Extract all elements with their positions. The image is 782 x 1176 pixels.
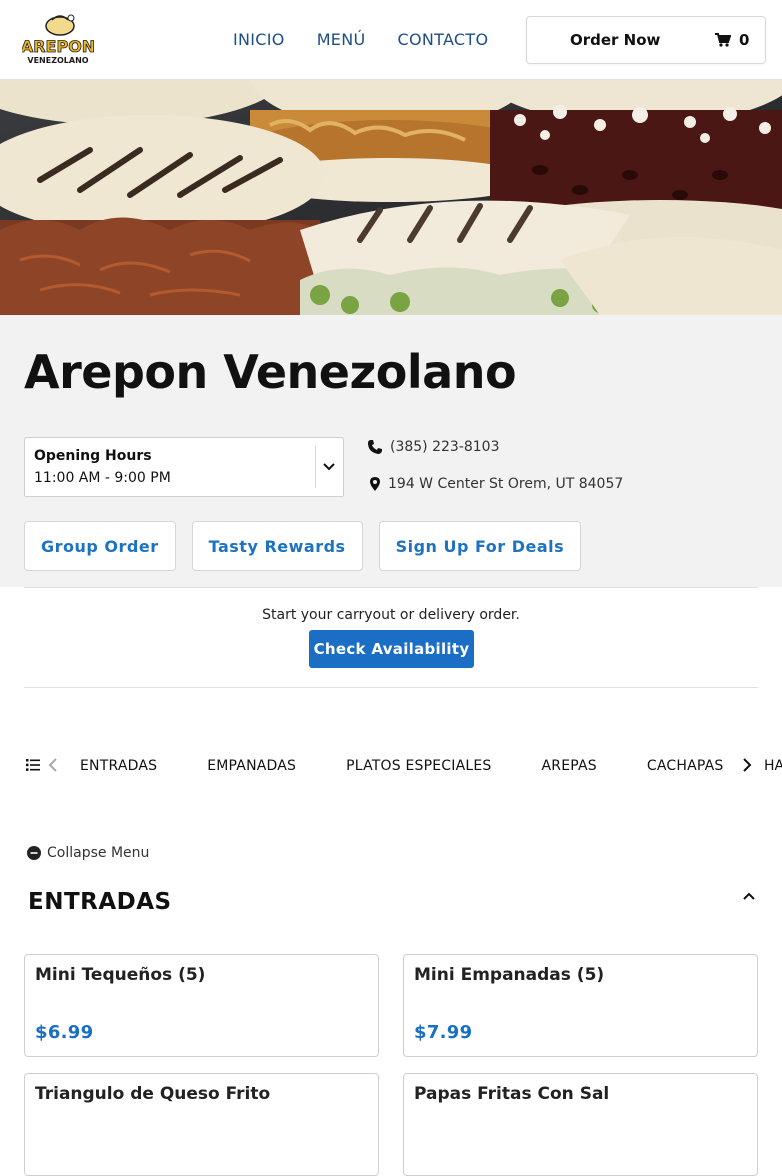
category-platos-especiales[interactable]: PLATOS ESPECIALES: [346, 758, 491, 774]
restaurant-name: Arepon Venezolano: [24, 345, 517, 399]
main-nav: INICIO MENÚ CONTACTO: [233, 30, 488, 49]
arepas-illustration: [0, 80, 782, 315]
category-arepas[interactable]: AREPAS: [542, 758, 597, 774]
site-header: AREPON VENEZOLANO INICIO MENÚ CONTACTO O…: [0, 0, 782, 80]
hours-value: 11:00 AM - 9:00 PM: [34, 470, 171, 486]
category-nav: ENTRADAS EMPANADAS PLATOS ESPECIALES ARE…: [0, 750, 782, 782]
category-list: ENTRADAS EMPANADAS PLATOS ESPECIALES ARE…: [80, 758, 724, 774]
hours-title: Opening Hours: [34, 448, 152, 464]
collapse-menu-label: Collapse Menu: [47, 845, 150, 861]
menu-item-price: $6.99: [35, 1022, 94, 1043]
svg-text:VENEZOLANO: VENEZOLANO: [27, 56, 88, 65]
phone-row[interactable]: (385) 223-8103: [368, 439, 500, 455]
check-availability-button[interactable]: Check Availability: [309, 630, 474, 668]
menu-item-name: Triangulo de Queso Frito: [35, 1084, 271, 1104]
map-pin-icon: [370, 477, 380, 491]
category-overflow[interactable]: HA: [764, 758, 782, 774]
hours-divider: [315, 446, 316, 488]
arepon-logo[interactable]: AREPON VENEZOLANO: [22, 12, 94, 68]
sign-up-deals-button[interactable]: Sign Up For Deals: [378, 521, 582, 571]
availability-section: Start your carryout or delivery order. C…: [24, 587, 758, 688]
menu-item-name: Papas Fritas Con Sal: [414, 1084, 610, 1104]
phone-icon: [368, 440, 382, 454]
category-cachapas[interactable]: CACHAPAS: [647, 758, 724, 774]
cart-icon: [715, 33, 731, 47]
nav-link-contacto[interactable]: CONTACTO: [398, 30, 489, 49]
category-entradas[interactable]: ENTRADAS: [80, 758, 157, 774]
group-order-button[interactable]: Group Order: [24, 521, 176, 571]
menu-item-card[interactable]: Triangulo de Queso Frito: [24, 1073, 379, 1176]
opening-hours-dropdown[interactable]: Opening Hours 11:00 AM - 9:00 PM: [24, 437, 344, 497]
collapse-menu-toggle[interactable]: Collapse Menu: [27, 845, 149, 861]
order-now-label: Order Now: [570, 31, 661, 49]
category-empanadas[interactable]: EMPANADAS: [207, 758, 296, 774]
order-now-button[interactable]: Order Now 0: [526, 16, 766, 64]
tasty-rewards-button[interactable]: Tasty Rewards: [191, 521, 363, 571]
section-title: ENTRADAS: [28, 889, 172, 915]
phone-number[interactable]: (385) 223-8103: [390, 439, 500, 455]
action-buttons: Group Order Tasty Rewards Sign Up For De…: [24, 521, 582, 571]
restaurant-info: Arepon Venezolano Opening Hours 11:00 AM…: [0, 315, 782, 587]
menu-item-card[interactable]: Papas Fritas Con Sal: [403, 1073, 758, 1176]
availability-prompt: Start your carryout or delivery order.: [262, 607, 520, 623]
list-icon[interactable]: [26, 758, 40, 772]
chevron-left-icon[interactable]: [48, 758, 58, 772]
cart-count: 0: [739, 31, 750, 49]
minus-circle-icon: [27, 846, 41, 860]
menu-item-name: Mini Tequeños (5): [35, 965, 206, 985]
menu-item-name: Mini Empanadas (5): [414, 965, 605, 985]
chevron-up-icon[interactable]: [742, 889, 756, 903]
nav-link-menu[interactable]: MENÚ: [317, 30, 366, 49]
chevron-down-icon: [323, 463, 335, 471]
address-text[interactable]: 194 W Center St Orem, UT 84057: [388, 476, 623, 492]
svg-text:AREPON: AREPON: [22, 37, 94, 56]
menu-item-price: $7.99: [414, 1022, 473, 1043]
menu-item-card[interactable]: Mini Empanadas (5) $7.99: [403, 954, 758, 1057]
address-row[interactable]: 194 W Center St Orem, UT 84057: [368, 476, 623, 492]
chevron-right-icon[interactable]: [742, 758, 752, 772]
hero-food-image: [0, 80, 782, 315]
menu-item-card[interactable]: Mini Tequeños (5) $6.99: [24, 954, 379, 1057]
nav-link-inicio[interactable]: INICIO: [233, 30, 285, 49]
